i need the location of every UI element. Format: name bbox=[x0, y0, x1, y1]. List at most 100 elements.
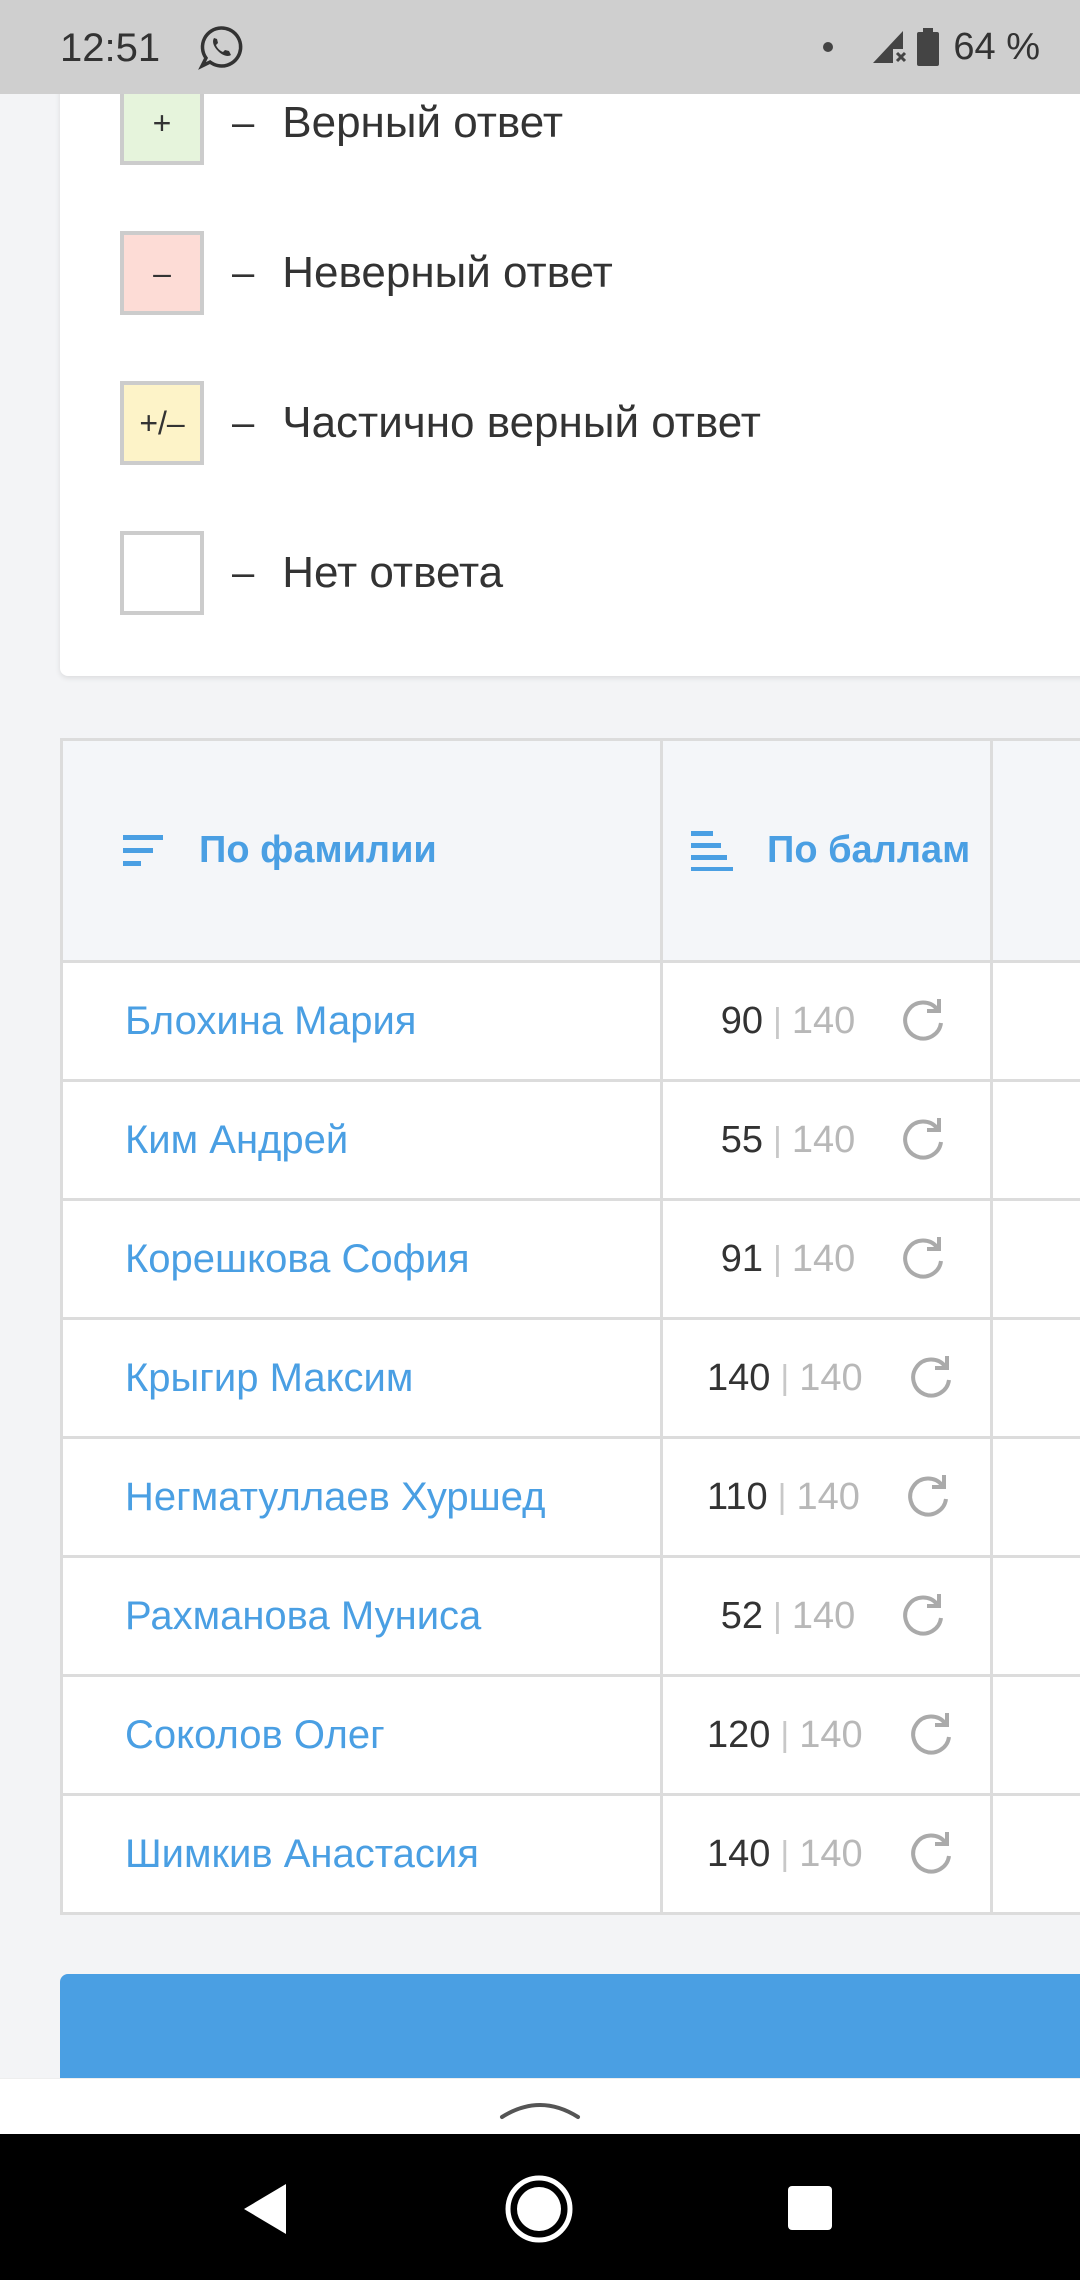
sort-lines-icon bbox=[691, 830, 733, 871]
score-max: 140 bbox=[791, 1237, 856, 1280]
battery-percent: 64 % bbox=[953, 25, 1040, 68]
student-name-link[interactable]: Рахманова Муниса bbox=[63, 1558, 663, 1674]
score-cell: 52 | 140 bbox=[663, 1558, 993, 1674]
score-separator: | bbox=[780, 1358, 790, 1397]
reload-icon[interactable] bbox=[905, 1828, 957, 1880]
empty-cell bbox=[993, 1201, 1080, 1317]
home-icon[interactable] bbox=[504, 2174, 574, 2244]
table-row: Соколов Олег 120 | 140 bbox=[63, 1677, 1080, 1796]
score-max: 140 bbox=[791, 1118, 856, 1161]
score-separator: | bbox=[780, 1834, 790, 1873]
score-value: 91 bbox=[720, 1237, 763, 1280]
score-separator: | bbox=[777, 1477, 787, 1516]
battery-icon bbox=[917, 28, 940, 66]
score-max: 140 bbox=[791, 1594, 856, 1637]
legend-item-wrong: – – Неверный ответ bbox=[120, 228, 613, 318]
score-cell: 140 | 140 bbox=[663, 1320, 993, 1436]
table-row: Крыгир Максим 140 | 140 bbox=[63, 1320, 1080, 1439]
score-value: 90 bbox=[720, 999, 763, 1042]
legend-box-wrong: – bbox=[120, 231, 204, 315]
reload-icon[interactable] bbox=[897, 1114, 949, 1166]
student-name-link[interactable]: Крыгир Максим bbox=[63, 1320, 663, 1436]
chevron-up-icon[interactable] bbox=[498, 2093, 582, 2121]
sort-lines-icon bbox=[123, 834, 163, 866]
score-max: 140 bbox=[799, 1832, 863, 1875]
bottom-sheet-handle[interactable] bbox=[0, 2078, 1080, 2135]
score-max: 140 bbox=[799, 1356, 863, 1399]
reload-icon[interactable] bbox=[905, 1352, 957, 1404]
legend-box-no-answer bbox=[120, 531, 204, 615]
reload-icon[interactable] bbox=[897, 1233, 949, 1285]
score-max: 140 bbox=[791, 999, 856, 1042]
score-separator: | bbox=[773, 1001, 782, 1040]
score-separator: | bbox=[780, 1715, 790, 1754]
legend-label: Нет ответа bbox=[282, 548, 504, 597]
legend-label: Неверный ответ bbox=[282, 248, 613, 297]
status-right: 64 % bbox=[823, 24, 1040, 70]
student-name-link[interactable]: Ким Андрей bbox=[63, 1082, 663, 1198]
score-cell: 110 | 140 bbox=[663, 1439, 993, 1555]
score-value: 140 bbox=[707, 1356, 771, 1399]
legend-label: Верный ответ bbox=[282, 98, 563, 147]
reload-icon[interactable] bbox=[897, 995, 949, 1047]
student-name-link[interactable]: Блохина Мария bbox=[63, 963, 663, 1079]
score-max: 140 bbox=[796, 1475, 860, 1518]
legend-dash: – bbox=[232, 100, 255, 145]
reload-icon[interactable] bbox=[905, 1709, 957, 1761]
table-row: Блохина Мария 90 | 140 bbox=[63, 963, 1080, 1082]
empty-cell bbox=[993, 1677, 1080, 1793]
empty-cell bbox=[993, 1082, 1080, 1198]
student-name-link[interactable]: Шимкив Анастасия bbox=[63, 1796, 663, 1912]
signal-icon bbox=[873, 31, 907, 63]
score-value: 140 bbox=[707, 1832, 771, 1875]
legend-item-partial: +/– – Частично верный ответ bbox=[120, 378, 761, 468]
recent-apps-icon[interactable] bbox=[786, 2184, 834, 2232]
score-separator: | bbox=[773, 1120, 782, 1159]
status-time: 12:51 bbox=[60, 26, 161, 70]
sort-by-surname-label: По фамилии bbox=[199, 829, 437, 871]
table-row: Рахманова Муниса 52 | 140 bbox=[63, 1558, 1080, 1677]
back-icon[interactable] bbox=[240, 2182, 290, 2236]
score-value: 55 bbox=[720, 1118, 763, 1161]
sort-by-score-label: По баллам bbox=[767, 829, 971, 871]
primary-action-button[interactable] bbox=[60, 1974, 1080, 2078]
empty-cell bbox=[993, 1439, 1080, 1555]
navigation-bar bbox=[0, 2134, 1080, 2280]
legend-item-no-answer: – Нет ответа bbox=[120, 528, 503, 618]
student-name-link[interactable]: Соколов Олег bbox=[63, 1677, 663, 1793]
empty-cell bbox=[993, 963, 1080, 1079]
legend-dash: – bbox=[232, 400, 255, 445]
table-row: Ким Андрей 55 | 140 bbox=[63, 1082, 1080, 1201]
student-name-link[interactable]: Негматуллаев Хуршед bbox=[63, 1439, 663, 1555]
table-row: Корешкова София 91 | 140 bbox=[63, 1201, 1080, 1320]
score-cell: 90 | 140 bbox=[663, 963, 993, 1079]
student-name-link[interactable]: Корешкова София bbox=[63, 1201, 663, 1317]
sort-by-score-button[interactable]: По баллам bbox=[663, 741, 993, 960]
table-row: Шимкив Анастасия 140 | 140 bbox=[63, 1796, 1080, 1915]
score-separator: | bbox=[773, 1239, 782, 1278]
sort-by-surname-button[interactable]: По фамилии bbox=[63, 741, 663, 960]
legend-dash: – bbox=[232, 550, 255, 595]
score-max: 140 bbox=[799, 1713, 863, 1756]
empty-cell bbox=[993, 1320, 1080, 1436]
score-cell: 91 | 140 bbox=[663, 1201, 993, 1317]
whatsapp-icon bbox=[198, 26, 243, 70]
table-row: Негматуллаев Хуршед 110 | 140 bbox=[63, 1439, 1080, 1558]
score-cell: 55 | 140 bbox=[663, 1082, 993, 1198]
legend-dash: – bbox=[232, 250, 255, 295]
legend-box-partial: +/– bbox=[120, 381, 204, 465]
reload-icon[interactable] bbox=[897, 1590, 949, 1642]
score-value: 110 bbox=[707, 1475, 768, 1518]
score-value: 120 bbox=[707, 1713, 771, 1756]
score-cell: 120 | 140 bbox=[663, 1677, 993, 1793]
empty-cell bbox=[993, 1796, 1080, 1912]
legend-label: Частично верный ответ bbox=[282, 398, 761, 447]
empty-cell bbox=[993, 1558, 1080, 1674]
table-header: По фамилии По баллам bbox=[63, 741, 1080, 963]
score-cell: 140 | 140 bbox=[663, 1796, 993, 1912]
reload-icon[interactable] bbox=[902, 1471, 954, 1523]
legend-card: + – Верный ответ – – Неверный ответ +/– … bbox=[60, 0, 1080, 676]
results-table: По фамилии По баллам Блохина Мария 90 | … bbox=[60, 738, 1080, 1915]
notification-dot-icon bbox=[823, 42, 834, 52]
score-value: 52 bbox=[720, 1594, 763, 1637]
